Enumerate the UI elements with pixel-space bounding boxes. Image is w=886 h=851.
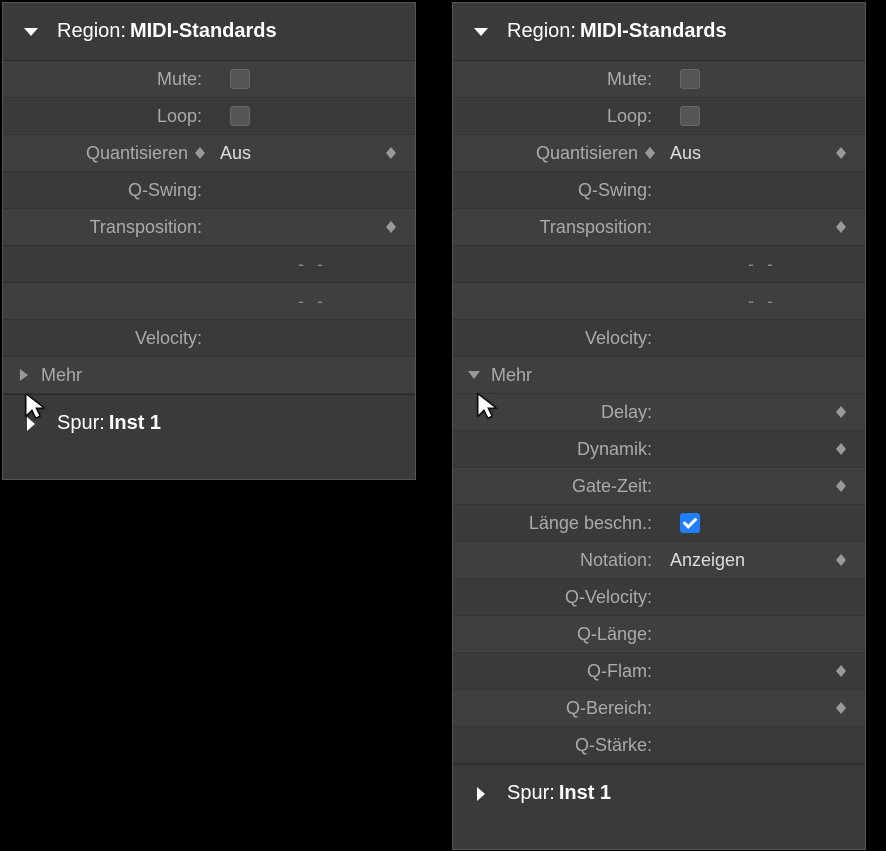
quantize-value: Aus — [670, 143, 701, 164]
stepper-icon[interactable] — [835, 402, 851, 422]
more-label: Mehr — [491, 365, 532, 386]
track-value: Inst 1 — [559, 782, 611, 805]
stepper-icon[interactable] — [194, 143, 210, 163]
mute-checkbox[interactable] — [230, 69, 250, 89]
transposition-row[interactable]: Transposition: — [453, 209, 865, 246]
delay-row[interactable]: Delay: — [453, 394, 865, 431]
quantize-label: Quantisieren — [536, 143, 638, 164]
gate-label: Gate-Zeit: — [453, 476, 660, 497]
more-label: Mehr — [41, 365, 82, 386]
q-length-row[interactable]: Q-Länge: — [453, 616, 865, 653]
q-range-label: Q-Bereich: — [453, 698, 660, 719]
quantize-label: Quantisieren — [86, 143, 188, 164]
region-param-rows: Mute: Loop: Quantisieren Aus — [453, 61, 865, 357]
quantize-value: Aus — [220, 143, 251, 164]
q-strength-label: Q-Stärke: — [453, 735, 660, 756]
loop-checkbox[interactable] — [230, 106, 250, 126]
clip-length-checkbox[interactable] — [680, 513, 700, 533]
velocity-label: Velocity: — [453, 328, 660, 349]
notation-row[interactable]: Notation: Anzeigen — [453, 542, 865, 579]
more-section-header[interactable]: Mehr — [453, 357, 865, 394]
inspector-panel-expanded: Region: MIDI-Standards Mute: Loop: Quant… — [452, 2, 866, 850]
dash-row[interactable]: - - — [3, 246, 415, 283]
mute-label: Mute: — [453, 69, 660, 90]
dynamics-row[interactable]: Dynamik: — [453, 431, 865, 468]
loop-label: Loop: — [3, 106, 210, 127]
transposition-label: Transposition: — [3, 217, 210, 238]
track-value: Inst 1 — [109, 412, 161, 435]
velocity-row[interactable]: Velocity: — [3, 320, 415, 357]
region-param-rows: Mute: Loop: Quantisieren Aus — [3, 61, 415, 357]
q-strength-row[interactable]: Q-Stärke: — [453, 727, 865, 764]
dash-row[interactable]: - - — [453, 283, 865, 320]
stepper-icon[interactable] — [835, 217, 851, 237]
track-label: Spur: — [57, 412, 105, 435]
stepper-icon[interactable] — [835, 698, 851, 718]
chevron-right-icon — [19, 412, 43, 436]
dash-row[interactable]: - - — [3, 283, 415, 320]
stepper-icon[interactable] — [835, 476, 851, 496]
velocity-label: Velocity: — [3, 328, 210, 349]
loop-checkbox[interactable] — [680, 106, 700, 126]
dash-row[interactable]: - - — [453, 246, 865, 283]
chevron-down-icon — [19, 20, 43, 44]
more-param-rows: Delay: Dynamik: Gate-Zeit: — [453, 394, 865, 764]
quantize-row[interactable]: Quantisieren Aus — [3, 135, 415, 172]
stepper-icon[interactable] — [835, 143, 851, 163]
mute-row: Mute: — [453, 61, 865, 98]
stepper-icon[interactable] — [835, 661, 851, 681]
clip-length-label: Länge beschn.: — [453, 513, 660, 534]
quantize-row[interactable]: Quantisieren Aus — [453, 135, 865, 172]
chevron-right-icon — [15, 369, 33, 381]
qswing-label: Q-Swing: — [3, 180, 210, 201]
loop-label: Loop: — [453, 106, 660, 127]
velocity-row[interactable]: Velocity: — [453, 320, 865, 357]
region-label: Region: — [57, 20, 126, 43]
qswing-row[interactable]: Q-Swing: — [3, 172, 415, 209]
stepper-icon[interactable] — [644, 143, 660, 163]
stepper-icon[interactable] — [835, 550, 851, 570]
stepper-icon[interactable] — [385, 143, 401, 163]
region-label: Region: — [507, 20, 576, 43]
delay-label: Delay: — [453, 402, 660, 423]
chevron-down-icon — [469, 20, 493, 44]
inspector-panel-collapsed: Region: MIDI-Standards Mute: Loop: Quant… — [2, 2, 416, 480]
notation-value: Anzeigen — [670, 550, 745, 571]
clip-length-row: Länge beschn.: — [453, 505, 865, 542]
dynamics-label: Dynamik: — [453, 439, 660, 460]
stepper-icon[interactable] — [385, 217, 401, 237]
track-section-header[interactable]: Spur: Inst 1 — [3, 394, 415, 452]
region-value: MIDI-Standards — [580, 20, 727, 43]
gate-row[interactable]: Gate-Zeit: — [453, 468, 865, 505]
chevron-right-icon — [469, 782, 493, 806]
notation-label: Notation: — [453, 550, 660, 571]
track-label: Spur: — [507, 782, 555, 805]
mute-checkbox[interactable] — [680, 69, 700, 89]
chevron-down-icon — [465, 371, 483, 379]
q-flam-row[interactable]: Q-Flam: — [453, 653, 865, 690]
q-flam-label: Q-Flam: — [453, 661, 660, 682]
qswing-label: Q-Swing: — [453, 180, 660, 201]
loop-row: Loop: — [3, 98, 415, 135]
q-velocity-row[interactable]: Q-Velocity: — [453, 579, 865, 616]
loop-row: Loop: — [453, 98, 865, 135]
transposition-row[interactable]: Transposition: — [3, 209, 415, 246]
q-length-label: Q-Länge: — [453, 624, 660, 645]
transposition-label: Transposition: — [453, 217, 660, 238]
q-range-row[interactable]: Q-Bereich: — [453, 690, 865, 727]
stepper-icon[interactable] — [835, 439, 851, 459]
mute-label: Mute: — [3, 69, 210, 90]
q-velocity-label: Q-Velocity: — [453, 587, 660, 608]
region-section-header[interactable]: Region: MIDI-Standards — [3, 3, 415, 61]
more-section-header[interactable]: Mehr — [3, 357, 415, 394]
track-section-header[interactable]: Spur: Inst 1 — [453, 764, 865, 822]
region-value: MIDI-Standards — [130, 20, 277, 43]
mute-row: Mute: — [3, 61, 415, 98]
region-section-header[interactable]: Region: MIDI-Standards — [453, 3, 865, 61]
qswing-row[interactable]: Q-Swing: — [453, 172, 865, 209]
